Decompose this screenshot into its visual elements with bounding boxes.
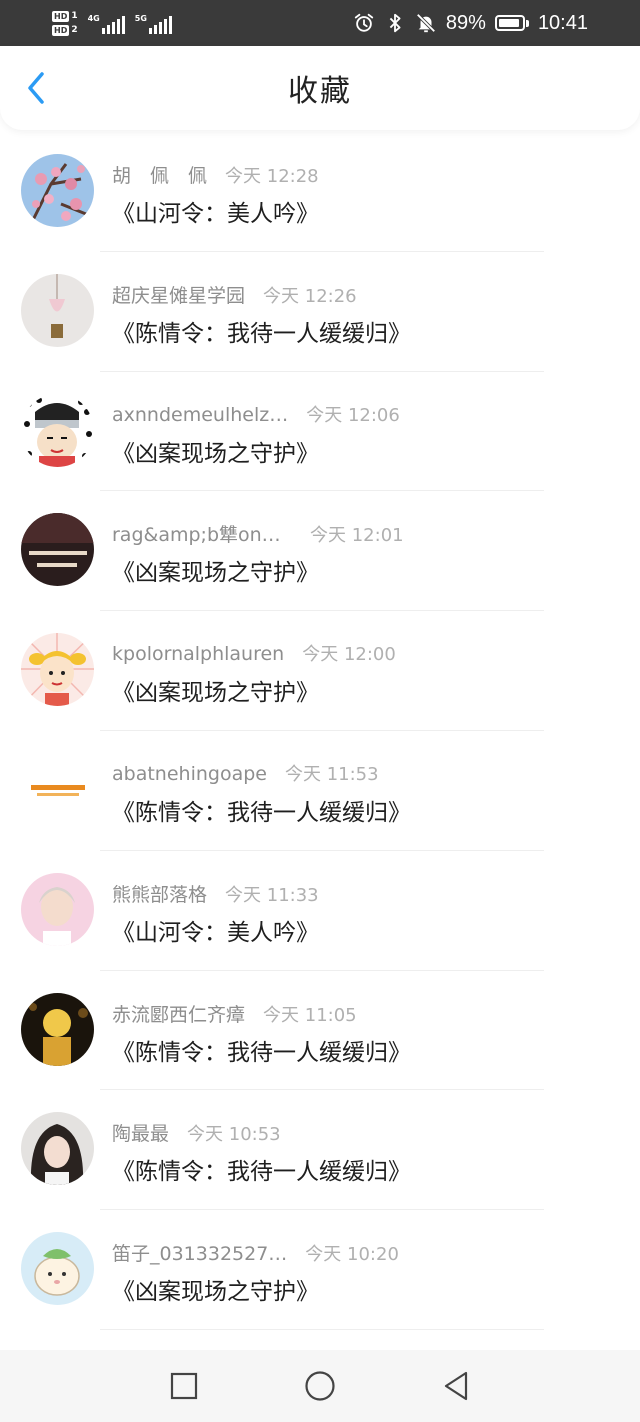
status-bar: HD 1 HD 2 4G 5G 89% 10:41 — [0, 0, 640, 46]
network-type-2: 5G — [134, 14, 147, 23]
list-item[interactable]: 赤流郾西仁齐瘴 今天 11:05 《陈情令：我待一人缓缓归》 — [0, 971, 640, 1091]
content-title[interactable]: 《凶案现场之守护》 — [112, 434, 319, 468]
avatar[interactable] — [21, 154, 94, 227]
timestamp: 今天 12:06 — [306, 404, 400, 426]
nav-back-button[interactable] — [438, 1368, 474, 1404]
username[interactable]: 赤流郾西仁齐瘴 — [112, 1000, 245, 1027]
list-item[interactable]: axnndemeulhelz… 今天 12:06 《凶案现场之守护》 — [0, 372, 640, 492]
battery-icon — [494, 15, 529, 31]
username[interactable]: axnndemeulhelz… — [112, 404, 288, 426]
avatar[interactable] — [21, 393, 94, 467]
avatar[interactable] — [21, 633, 94, 707]
username[interactable]: 熊熊部落格 — [112, 880, 207, 907]
username[interactable]: 笛子_031332527… — [112, 1239, 287, 1266]
timestamp: 今天 11:05 — [263, 1004, 357, 1026]
list-item[interactable]: 熊熊部落格 今天 11:33 《山河令：美人吟》 — [0, 851, 640, 971]
system-nav-bar — [0, 1350, 640, 1422]
status-left: HD 1 HD 2 4G 5G — [52, 10, 172, 36]
list-item[interactable]: rag&amp;b犨on玖e 今天 12:01 《凶案现场之守护》 — [0, 491, 640, 612]
app-header: 收藏 — [0, 46, 640, 130]
timestamp: 今天 11:53 — [284, 763, 379, 785]
clock: 10:41 — [537, 11, 588, 34]
recent-apps-icon — [170, 1372, 198, 1400]
alarm-icon — [354, 13, 374, 32]
signal-bars-icon — [101, 16, 125, 34]
item-meta: 赤流郾西仁齐瘴 今天 11:05 — [112, 1000, 357, 1027]
sim-indicators: HD 1 HD 2 — [52, 10, 78, 36]
username[interactable]: 超庆星傩星学园 — [112, 281, 245, 308]
item-meta: kpolornalphlauren 今天 12:00 — [112, 640, 396, 666]
list-item[interactable]: 陶最最 今天 10:53 《陈情令：我待一人缓缓归》 — [0, 1090, 640, 1211]
timestamp: 今天 12:26 — [263, 285, 357, 307]
list-item[interactable]: 超庆星傩星学园 今天 12:26 《陈情令：我待一人缓缓归》 — [0, 252, 640, 372]
content-title[interactable]: 《凶案现场之守护》 — [112, 1272, 319, 1306]
content-title[interactable]: 《山河令：美人吟》 — [112, 194, 319, 228]
username[interactable]: rag&amp;b犨on玖e — [112, 520, 292, 547]
home-button[interactable] — [302, 1368, 338, 1404]
item-meta: rag&amp;b犨on玖e 今天 12:01 — [112, 520, 404, 547]
back-button[interactable] — [18, 70, 54, 106]
avatar[interactable] — [21, 872, 94, 946]
avatar[interactable] — [21, 513, 94, 587]
content-title[interactable]: 《陈情令：我待一人缓缓归》 — [112, 1152, 411, 1186]
avatar[interactable] — [21, 752, 94, 826]
content-title[interactable]: 《陈情令：我待一人缓缓归》 — [112, 793, 411, 827]
avatar[interactable] — [21, 1232, 94, 1306]
list-item[interactable]: 笛子_031332527… 今天 10:20 《凶案现场之守护》 — [0, 1210, 640, 1330]
content-title[interactable]: 《山河令：美人吟》 — [112, 913, 319, 947]
list-item[interactable]: kpolornalphlauren 今天 12:00 《凶案现场之守护》 — [0, 611, 640, 731]
timestamp: 今天 10:53 — [187, 1124, 281, 1146]
sim1-hd-badge: HD — [52, 10, 70, 22]
timestamp: 今天 12:28 — [225, 166, 319, 187]
chevron-left-icon — [28, 72, 44, 104]
back-triangle-icon — [444, 1371, 468, 1401]
avatar[interactable] — [21, 1112, 94, 1186]
sim2-number: 2 — [71, 24, 78, 35]
timestamp: 今天 12:00 — [302, 644, 396, 666]
username[interactable]: 胡 佩 佩 — [112, 161, 207, 188]
signal-group-1: 4G — [88, 12, 125, 34]
home-icon — [305, 1371, 335, 1401]
list-item[interactable]: 胡 佩 佩 今天 12:28 《山河令：美人吟》 — [0, 132, 640, 252]
bluetooth-icon — [389, 13, 401, 33]
content-title[interactable]: 《凶案现场之守护》 — [112, 673, 319, 707]
item-meta: 笛子_031332527… 今天 10:20 — [112, 1239, 399, 1266]
username[interactable]: 陶最最 — [112, 1119, 169, 1146]
avatar[interactable] — [21, 992, 94, 1066]
timestamp: 今天 10:20 — [305, 1244, 399, 1266]
battery-percent: 89% — [445, 11, 486, 34]
item-meta: 胡 佩 佩 今天 12:28 — [112, 161, 319, 188]
timestamp: 今天 11:33 — [225, 884, 319, 906]
item-meta: 陶最最 今天 10:53 — [112, 1119, 281, 1146]
content-title[interactable]: 《陈情令：我待一人缓缓归》 — [112, 314, 411, 348]
item-meta: 超庆星傩星学园 今天 12:26 — [112, 281, 357, 308]
signal-bars-icon — [148, 16, 172, 34]
mute-bell-icon — [416, 13, 436, 33]
favorites-list: 胡 佩 佩 今天 12:28 《山河令：美人吟》 超庆星傩星学园 今天 12:2… — [0, 132, 640, 1330]
recent-apps-button[interactable] — [166, 1368, 202, 1404]
item-meta: 熊熊部落格 今天 11:33 — [112, 880, 319, 907]
network-type-1: 4G — [87, 14, 100, 23]
list-item[interactable]: abatnehingoape 今天 11:53 《陈情令：我待一人缓缓归》 — [0, 731, 640, 851]
content-title[interactable]: 《凶案现场之守护》 — [112, 553, 319, 587]
divider — [100, 1328, 544, 1330]
sim2-hd-badge: HD — [52, 24, 70, 36]
timestamp: 今天 12:01 — [310, 525, 404, 547]
signal-group-2: 5G — [135, 12, 172, 34]
avatar[interactable] — [21, 273, 94, 347]
item-meta: abatnehingoape 今天 11:53 — [112, 760, 379, 786]
sim1-number: 1 — [71, 10, 78, 21]
content-title[interactable]: 《陈情令：我待一人缓缓归》 — [112, 1033, 411, 1067]
page-title: 收藏 — [288, 74, 352, 109]
username[interactable]: abatnehingoape — [112, 763, 267, 785]
username[interactable]: kpolornalphlauren — [112, 643, 284, 665]
item-meta: axnndemeulhelz… 今天 12:06 — [112, 401, 400, 427]
status-right: 89% 10:41 — [353, 12, 588, 35]
